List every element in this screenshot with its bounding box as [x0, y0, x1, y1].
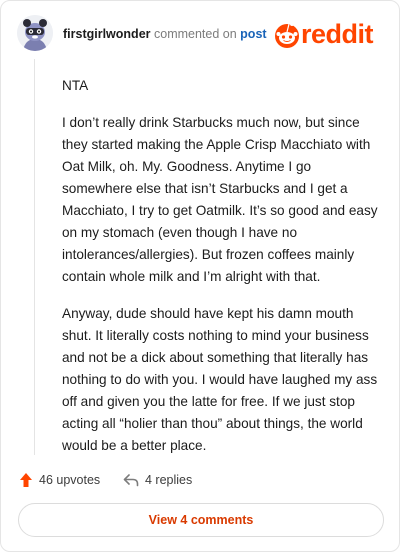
comment-meta: firstgirlwonder commented on post	[63, 27, 267, 41]
upvote-button[interactable]: 46 upvotes	[19, 469, 100, 491]
upvotes-count: 46 upvotes	[39, 473, 101, 487]
reddit-logo-icon	[275, 22, 299, 48]
commented-on-text: commented on	[154, 27, 237, 41]
post-link[interactable]: post	[240, 27, 266, 41]
reddit-wordmark: reddit	[301, 19, 374, 49]
upvote-arrow-icon	[20, 473, 32, 487]
avatar[interactable]	[17, 15, 53, 51]
comment-body: NTA I don’t really drink Starbucks much …	[62, 75, 380, 472]
comment-paragraph: Anyway, dude should have kept his damn m…	[62, 306, 378, 453]
comment-card: firstgirlwonder commented on post reddit…	[0, 0, 400, 552]
comment-paragraph: NTA	[62, 78, 89, 93]
replies-count: 4 replies	[145, 473, 193, 487]
reddit-logo[interactable]: reddit	[273, 19, 385, 49]
comment-header: firstgirlwonder commented on post reddit	[17, 15, 383, 55]
comment-actions: 46 upvotes 4 replies	[19, 469, 379, 491]
thread-line	[34, 59, 35, 455]
replies-button[interactable]: 4 replies	[123, 469, 192, 491]
avatar-icon	[17, 15, 53, 51]
username[interactable]: firstgirlwonder	[63, 27, 151, 41]
view-comments-button[interactable]: View 4 comments	[18, 503, 384, 537]
reply-arrow-icon	[123, 474, 139, 487]
comment-paragraph: I don’t really drink Starbucks much now,…	[62, 115, 378, 284]
